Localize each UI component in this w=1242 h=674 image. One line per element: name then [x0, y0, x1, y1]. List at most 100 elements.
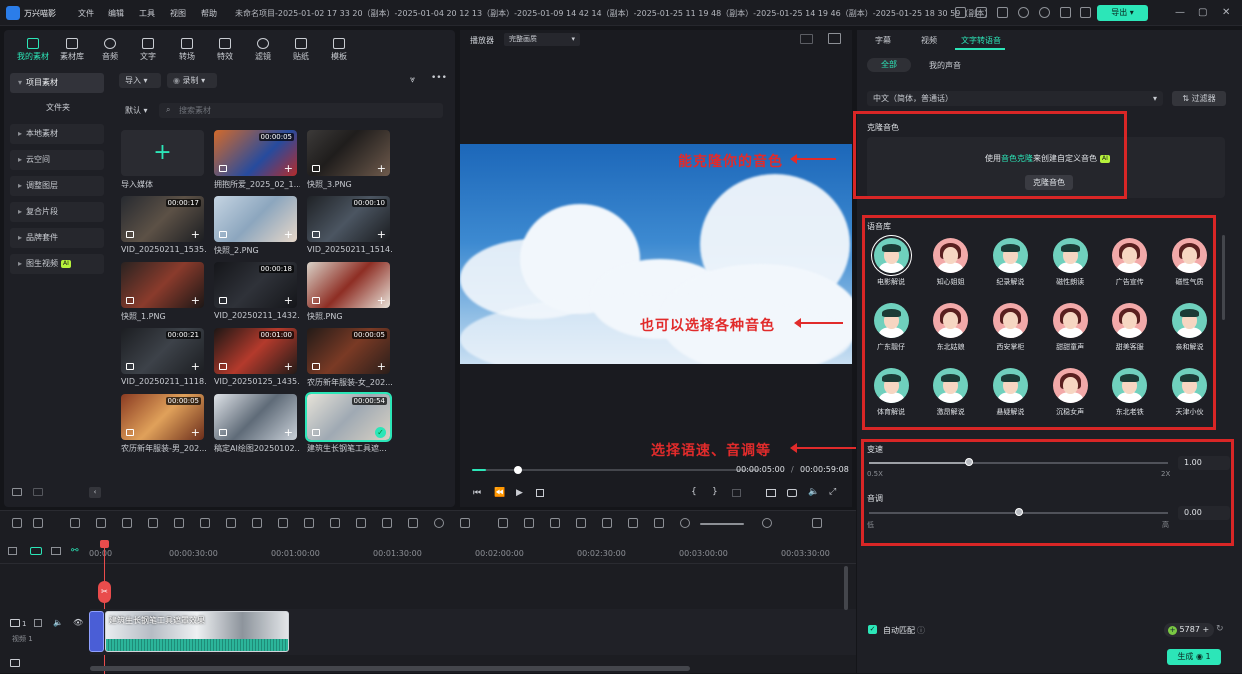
collapse-sidebar-icon[interactable]: ‹ [89, 487, 101, 498]
color-icon[interactable] [304, 518, 314, 528]
shield-icon[interactable] [550, 518, 560, 528]
export-button[interactable]: 导出 ▾ [1097, 5, 1148, 21]
tab-effects[interactable]: 特效 [206, 38, 244, 64]
snapshot-image-icon[interactable] [828, 33, 841, 44]
grid-view-icon[interactable] [800, 34, 813, 44]
tab-video[interactable]: 视频 [921, 35, 937, 46]
keyframe-icon[interactable] [278, 518, 288, 528]
media-search-input[interactable]: 搜索素材 [159, 103, 443, 118]
zoom-in-icon[interactable] [762, 518, 772, 528]
redo-icon[interactable] [96, 518, 106, 528]
new-folder-icon[interactable] [12, 488, 22, 496]
selected-check-icon[interactable]: ✓ [375, 427, 386, 438]
media-card[interactable]: + [307, 130, 390, 176]
add-track-icon[interactable] [8, 547, 17, 555]
import-media-card[interactable]: + [121, 130, 204, 176]
sidebar-item-project-media[interactable]: ▾ 项目素材 [10, 73, 104, 93]
subtab-all[interactable]: 全部 [867, 58, 911, 72]
step-back-icon[interactable]: ⏪ [494, 488, 505, 498]
split-view-icon[interactable] [12, 518, 22, 528]
mute-icon[interactable]: 🔈 [53, 618, 63, 627]
media-card[interactable]: 00:00:05 + [214, 130, 297, 176]
cut-icon[interactable] [148, 518, 158, 528]
tab-stock-media[interactable]: 素材库 [53, 38, 91, 64]
zoom-slider[interactable] [700, 523, 744, 525]
mark-in-icon[interactable]: { [691, 487, 697, 497]
add-to-timeline-icon[interactable]: + [284, 295, 293, 306]
tab-my-media[interactable]: 我的素材 [14, 38, 52, 64]
device-icon[interactable] [955, 7, 966, 18]
close-icon[interactable]: ✕ [1222, 7, 1230, 18]
cloud-icon[interactable] [1018, 7, 1029, 18]
sidebar-item-local-media[interactable]: ▸ 本地素材 [10, 124, 104, 144]
quality-dropdown[interactable]: 完整画质 ▾ [504, 33, 580, 46]
playhead-handle[interactable] [100, 540, 109, 548]
previous-frame-icon[interactable]: ⏮ [473, 488, 481, 498]
credits-badge[interactable]: + 5787 + [1164, 623, 1214, 637]
add-to-timeline-icon[interactable]: + [284, 361, 293, 372]
sidebar-item-compound-clip[interactable]: ▸ 复合片段 [10, 202, 104, 222]
play-icon[interactable]: ▶ [516, 488, 523, 498]
media-card[interactable]: + [307, 262, 390, 308]
add-to-timeline-icon[interactable]: + [191, 229, 200, 240]
media-card[interactable]: 00:01:00 + [214, 328, 297, 374]
stabilize-icon[interactable] [382, 518, 392, 528]
vertical-scrollbar[interactable] [844, 566, 848, 610]
media-card[interactable]: 00:00:18 + [214, 262, 297, 308]
add-to-timeline-icon[interactable]: + [377, 229, 386, 240]
stop-icon[interactable] [536, 489, 544, 497]
more-options-icon[interactable]: ••• [431, 73, 447, 83]
import-dropdown[interactable]: 导入 ▾ [119, 73, 161, 88]
horizontal-scrollbar[interactable] [90, 666, 690, 671]
add-to-timeline-icon[interactable]: + [377, 295, 386, 306]
audio-icon[interactable] [356, 518, 366, 528]
subtitle-icon[interactable] [602, 518, 612, 528]
mark-out-icon[interactable]: } [712, 487, 718, 497]
add-to-timeline-icon[interactable]: + [284, 427, 293, 438]
record-voice-icon[interactable] [524, 518, 534, 528]
user-icon[interactable] [1080, 7, 1091, 18]
ai-tool-icon[interactable] [498, 518, 508, 528]
insert-icon[interactable] [732, 489, 741, 497]
tab-audio[interactable]: 音频 [91, 38, 129, 64]
record-dropdown[interactable]: ◉ 录制 ▾ [167, 73, 217, 88]
media-card[interactable]: 00:00:54 ✓ [305, 392, 392, 442]
menu-help[interactable]: 帮助 [201, 8, 217, 19]
transform-icon[interactable] [408, 518, 418, 528]
filter-button[interactable]: ⇅ 过滤器 [1172, 91, 1226, 106]
scissors-icon[interactable]: ✂ [98, 581, 111, 603]
folder-icon[interactable] [33, 488, 43, 496]
speed-icon[interactable] [252, 518, 262, 528]
tab-filters[interactable]: 滤镜 [244, 38, 282, 64]
motion-icon[interactable] [330, 518, 340, 528]
media-card[interactable]: 00:00:21 + [121, 328, 204, 374]
zoom-out-icon[interactable] [680, 518, 690, 528]
filter-funnel-icon[interactable]: ⩔ [410, 75, 415, 85]
refresh-icon[interactable]: ↻ [1216, 624, 1224, 634]
grid-options-icon[interactable] [812, 518, 822, 528]
media-card[interactable]: 00:00:05 + [307, 328, 390, 374]
text-tool-icon[interactable] [226, 518, 236, 528]
add-to-timeline-icon[interactable]: + [377, 361, 386, 372]
sidebar-item-image-to-video[interactable]: ▸ 图生视频 AI [10, 254, 104, 274]
sidebar-item-adjustment-layer[interactable]: ▸ 调整图层 [10, 176, 104, 196]
select-tool-icon[interactable] [33, 518, 43, 528]
mask-icon[interactable] [200, 518, 210, 528]
delete-icon[interactable] [122, 518, 132, 528]
media-card[interactable]: 00:00:05 + [121, 394, 204, 440]
media-card[interactable]: + [121, 262, 204, 308]
menu-edit[interactable]: 编辑 [108, 8, 124, 19]
tab-transition[interactable]: 转场 [168, 38, 206, 64]
link-icon[interactable] [30, 547, 42, 555]
notification-icon[interactable] [1060, 7, 1071, 18]
pip-icon[interactable] [628, 518, 638, 528]
sidebar-item-brand-kit[interactable]: ▸ 品牌套件 [10, 228, 104, 248]
monitor-icon[interactable] [766, 489, 776, 497]
add-to-timeline-icon[interactable]: + [284, 229, 293, 240]
sidebar-item-cloud[interactable]: ▸ 云空间 [10, 150, 104, 170]
menu-view[interactable]: 视图 [170, 8, 186, 19]
tab-stickers[interactable]: 贴纸 [282, 38, 320, 64]
add-to-timeline-icon[interactable]: + [191, 295, 200, 306]
tab-text[interactable]: 文字 [129, 38, 167, 64]
tab-text-to-speech[interactable]: 文字转语音 [961, 35, 1001, 46]
